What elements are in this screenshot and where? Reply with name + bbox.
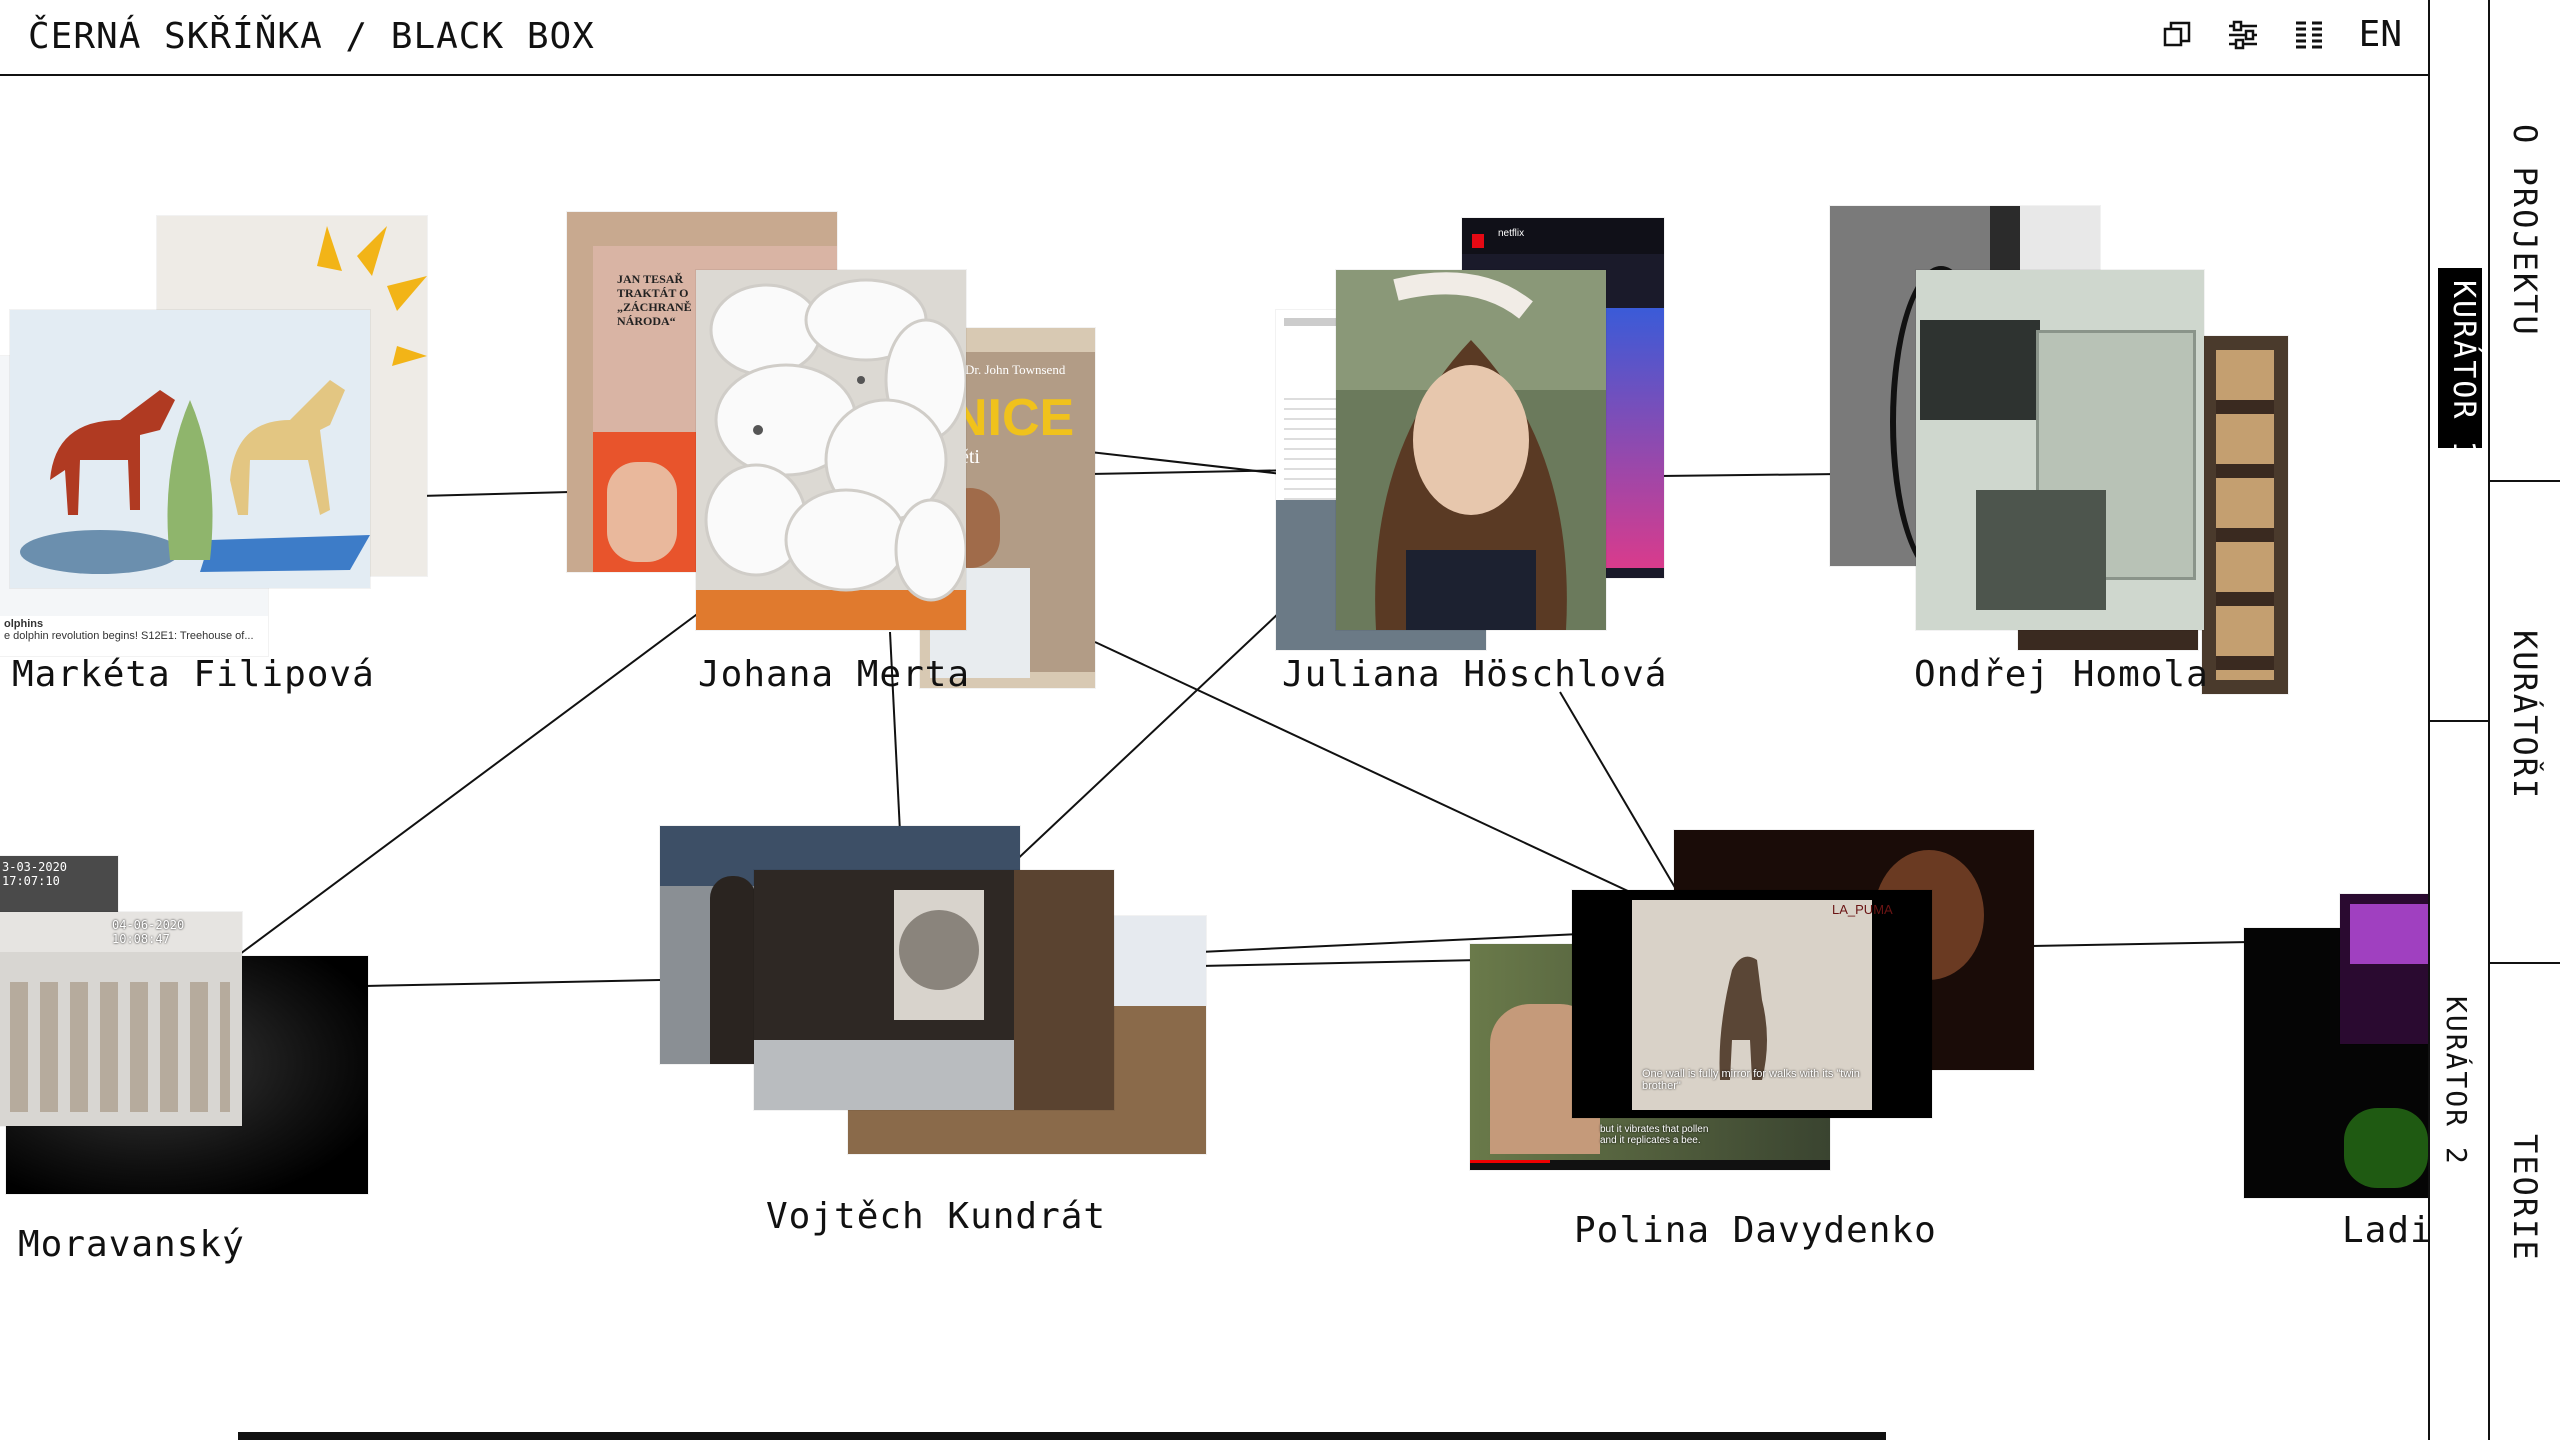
thumbnail[interactable] [10, 310, 370, 588]
artist-name[interactable]: Vojtěch Kundrát [766, 1196, 1106, 1237]
thumbnail[interactable]: LA_PUMA One wall is fully mirror for wal… [1572, 890, 1932, 1118]
columns-icon[interactable] [2289, 15, 2329, 55]
horizontal-scrollbar[interactable] [238, 1432, 1886, 1440]
thumb-caption: olphins [4, 618, 44, 630]
tab-teorie[interactable]: TEORIE [2490, 964, 2560, 1440]
rail-divider [2430, 720, 2488, 722]
section-rail: O PROJEKTU KURÁTOŘI TEORIE [2488, 0, 2560, 1440]
toolbar: EN [2157, 14, 2402, 55]
video-caption: One wall is fully mirror for walks with … [1642, 1068, 1860, 1092]
tab-kurator-1[interactable]: KURÁTOR 1 [2438, 268, 2482, 461]
artist-name[interactable]: Johana Merta [698, 654, 970, 695]
tab-label: KURÁTOR 2 [2440, 996, 2473, 1166]
video-tag: LA_PUMA [1832, 902, 1893, 917]
camera-timestamp: 3-03-2020 17:07:10 [2, 860, 68, 888]
thumbnail[interactable] [754, 870, 1114, 1110]
thumbnail[interactable] [1336, 270, 1606, 630]
video-subtitle: but it vibrates that pollen and it repli… [1600, 1124, 1709, 1146]
sliders-icon[interactable] [2223, 15, 2263, 55]
book-title: NICE [950, 389, 1075, 447]
horses-painting [10, 310, 370, 588]
book-author: Dr. John Townsend [965, 362, 1066, 377]
thumbnail[interactable] [2202, 336, 2288, 694]
artist-name[interactable]: Juliana Höschlová [1282, 654, 1667, 695]
thumbnail[interactable] [696, 270, 966, 630]
tab-label: O PROJEKTU [2506, 124, 2544, 337]
artist-name[interactable]: Ladi [2342, 1210, 2433, 1251]
clay-sculpture [696, 270, 966, 630]
tab-o-projektu[interactable]: O PROJEKTU [2490, 0, 2560, 480]
artist-name[interactable]: Moravanský [18, 1224, 245, 1265]
portrait-photo [1336, 270, 1606, 630]
thumbnail[interactable]: 04-06-2020 10:08:47 [0, 912, 242, 1126]
story-account: netflix [1498, 228, 1525, 239]
windows-icon[interactable] [2157, 15, 2197, 55]
thumbnail[interactable]: 3-03-2020 17:07:10 [0, 856, 118, 916]
tab-label: TEORIE [2506, 1134, 2544, 1262]
top-bar: ČERNÁ SKŘÍŇKA / BLACK BOX EN [0, 0, 2428, 76]
curator-rail: KURÁTOR 1 KURÁTOR 2 [2428, 0, 2488, 1440]
tab-kuratori[interactable]: KURÁTOŘI [2490, 482, 2560, 962]
site-title[interactable]: ČERNÁ SKŘÍŇKA / BLACK BOX [28, 16, 595, 57]
machine-photo [754, 870, 1114, 1110]
artist-name[interactable]: Markéta Filipová [12, 654, 375, 695]
thumb-caption: e dolphin revolution begins! S12E1: Tree… [4, 630, 254, 642]
artist-name[interactable]: Polina Davydenko [1574, 1210, 1937, 1251]
artist-name[interactable]: Ondřej Homola [1914, 654, 2209, 695]
camera-timestamp: 04-06-2020 10:08:47 [112, 918, 185, 946]
tab-label: KURÁTOR 1 [2446, 280, 2481, 461]
tab-label: KURÁTOŘI [2506, 630, 2544, 801]
thumbnail[interactable] [2340, 894, 2428, 1044]
language-switch[interactable]: EN [2359, 14, 2402, 55]
thumbnail[interactable] [1916, 270, 2204, 630]
tab-kurator-2[interactable]: KURÁTOR 2 [2430, 980, 2488, 1220]
